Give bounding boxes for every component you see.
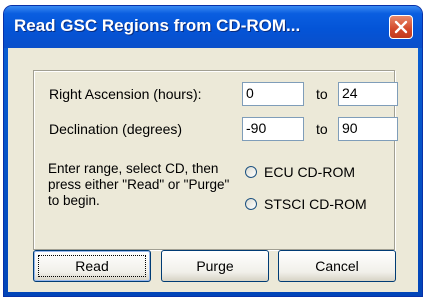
dec-to-label: to — [316, 121, 328, 137]
title-bar[interactable]: Read GSC Regions from CD-ROM... — [4, 6, 422, 48]
ra-to-input[interactable]: 24 — [338, 82, 398, 106]
read-button[interactable]: Read — [33, 250, 151, 282]
close-button[interactable] — [389, 15, 413, 39]
ra-to-label: to — [316, 86, 328, 102]
radio-stsci-cdrom[interactable]: STSCI CD-ROM — [245, 196, 367, 212]
ra-from-input[interactable]: 0 — [242, 82, 304, 106]
purge-button[interactable]: Purge — [161, 250, 269, 282]
dec-from-input[interactable]: -90 — [242, 117, 304, 141]
radio-ecu-cdrom[interactable]: ECU CD-ROM — [245, 164, 355, 180]
radio-button-icon[interactable] — [245, 166, 257, 178]
radio-button-icon[interactable] — [245, 198, 257, 210]
radio-ecu-label: ECU CD-ROM — [264, 164, 355, 180]
instructions-text: Enter range, select CD, then press eithe… — [48, 161, 230, 208]
ra-label: Right Ascension (hours): — [49, 86, 202, 102]
close-icon — [394, 20, 408, 34]
dec-label: Declination (degrees) — [49, 121, 183, 137]
window-title: Read GSC Regions from CD-ROM... — [14, 16, 301, 35]
cancel-button-label: Cancel — [315, 258, 359, 274]
dec-to-input[interactable]: 90 — [338, 117, 398, 141]
radio-stsci-label: STSCI CD-ROM — [264, 196, 367, 212]
cancel-button[interactable]: Cancel — [278, 250, 396, 282]
focus-ring — [38, 255, 146, 277]
purge-button-label: Purge — [196, 258, 234, 274]
